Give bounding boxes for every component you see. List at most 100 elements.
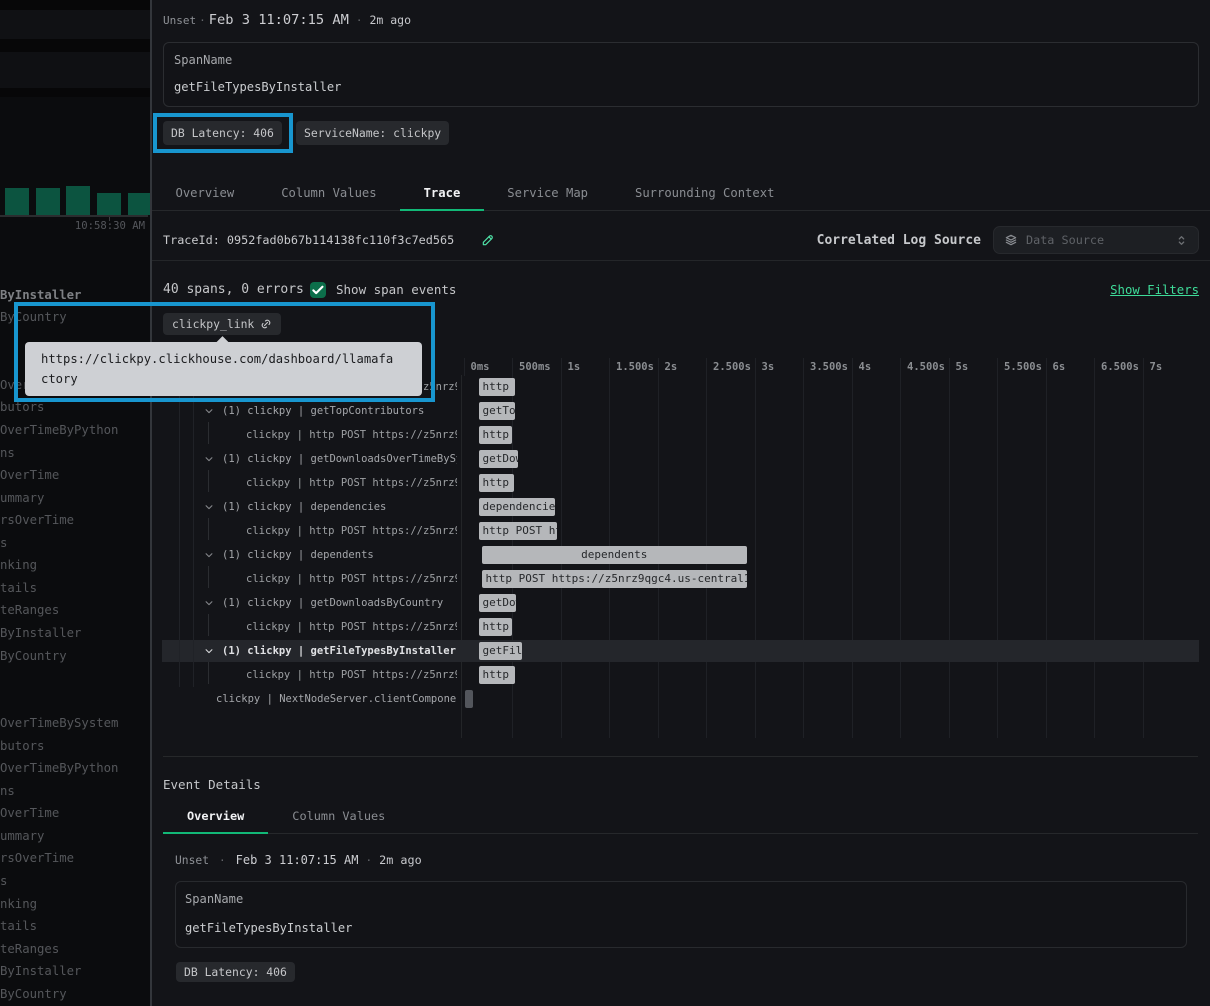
span-duration-bar[interactable]: http POST https://z5nrz9qgc4.us-central1… xyxy=(479,378,516,396)
chevron-down-icon[interactable] xyxy=(204,406,214,416)
histogram-bar xyxy=(97,193,121,216)
waterfall-row[interactable]: clickpy | http POST https://z5nrz9qgc4.u… xyxy=(150,423,1210,447)
waterfall-row[interactable]: clickpy | http POST https://z5nrz9qgc4.u… xyxy=(150,471,1210,495)
span-duration-bar[interactable]: http POST https://z5nrz9qgc4.us-central1… xyxy=(479,666,515,684)
span-duration-bar[interactable]: http POST https://z5nrz9qgc4.us-central1… xyxy=(482,570,747,588)
search-result-row[interactable]: ByCountry xyxy=(0,983,150,1006)
waterfall-row[interactable]: clickpy | http POST https://z5nrz9qgc4.u… xyxy=(150,663,1210,687)
chevron-down-icon[interactable] xyxy=(204,550,214,560)
separator-dot: · xyxy=(199,13,206,29)
search-result-row[interactable]: rsOverTime xyxy=(0,509,150,532)
chip-service-name[interactable]: ServiceName: clickpy xyxy=(296,121,449,145)
span-label: clickpy | http POST https://z5nrz9qgc4.u… xyxy=(246,471,457,495)
edit-pencil-icon[interactable] xyxy=(481,233,495,247)
span-label: (1) clickpy | getDownloadsOverTimeBySyst… xyxy=(222,447,457,471)
data-source-select[interactable]: Data Source xyxy=(993,226,1199,254)
chevron-down-icon[interactable] xyxy=(204,502,214,512)
span-duration-bar[interactable]: http POST https://z5nrz9qgc4.us-central1… xyxy=(479,522,557,540)
tab-surrounding-context[interactable]: Surrounding Context xyxy=(612,178,798,210)
span-duration-bar[interactable]: dependents xyxy=(482,546,747,564)
search-result-row[interactable]: ByCountry xyxy=(0,645,150,668)
search-result-row[interactable]: tails xyxy=(0,577,150,600)
waterfall-row[interactable]: (1) clickpy | getDownloadsOverTimeBySyst… xyxy=(150,447,1210,471)
tab-trace[interactable]: Trace xyxy=(400,178,484,210)
search-result-row[interactable]: rsOverTime xyxy=(0,847,150,870)
span-duration-bar[interactable]: http POST https://z5nrz9qgc4.us-central1… xyxy=(479,474,515,492)
search-result-row[interactable]: nking xyxy=(0,893,150,916)
tab-column-values[interactable]: Column Values xyxy=(258,178,400,210)
search-result-row[interactable]: teRanges xyxy=(0,938,150,961)
search-result-row[interactable]: OverTimeByPython xyxy=(0,757,150,780)
waterfall-row[interactable]: clickpy | NextNodeServer.clientComponent… xyxy=(150,687,1210,711)
search-result-row[interactable]: ns xyxy=(0,442,150,465)
timeline-tick-label: 3.500s xyxy=(810,361,848,373)
show-filters-link[interactable]: Show Filters xyxy=(1110,282,1199,298)
search-result-row[interactable]: butors xyxy=(0,735,150,758)
show-span-events-label[interactable]: Show span events xyxy=(336,282,456,298)
span-duration-bar[interactable]: http POST https://z5nrz9qgc4.us-central1… xyxy=(479,618,513,636)
waterfall-row[interactable]: (1) clickpy | getFileTypesByInstallerget… xyxy=(150,639,1210,663)
waterfall-row[interactable]: (1) clickpy | dependentsdependents xyxy=(150,543,1210,567)
search-result-row[interactable]: ns xyxy=(0,780,150,803)
show-span-events-checkbox[interactable] xyxy=(310,282,326,298)
span-duration-bar[interactable]: getTopContributors xyxy=(479,402,515,420)
search-result-row[interactable]: OverTimeBySystem xyxy=(0,712,150,735)
span-duration-bar[interactable]: dependencies xyxy=(479,498,555,516)
relative-time: 2m ago xyxy=(369,13,411,27)
tree-indent-guide xyxy=(179,399,180,423)
tab-service-map[interactable]: Service Map xyxy=(484,178,612,210)
span-label: (1) clickpy | getTopContributors xyxy=(222,399,457,423)
chevron-down-icon[interactable] xyxy=(204,598,214,608)
search-result-row[interactable]: OverTimeByPython xyxy=(0,419,150,442)
span-label: clickpy | http POST https://z5nrz9qgc4.u… xyxy=(246,423,457,447)
annotation-box-db-latency xyxy=(153,113,293,153)
waterfall-row[interactable]: clickpy | http POST https://z5nrz9qgc4.u… xyxy=(150,567,1210,591)
tab-overview[interactable]: Overview xyxy=(163,802,268,833)
span-name-value: getFileTypesByInstaller xyxy=(174,80,341,94)
chevron-down-icon[interactable] xyxy=(204,454,214,464)
search-result-row[interactable]: tails xyxy=(0,915,150,938)
timeline-gridline xyxy=(464,358,465,376)
waterfall-row[interactable]: clickpy | http POST https://z5nrz9qgc4.u… xyxy=(150,519,1210,543)
tree-indent-guide xyxy=(179,495,180,519)
search-result-row[interactable]: OverTime xyxy=(0,802,150,825)
span-label: clickpy | NextNodeServer.clientComponent… xyxy=(216,687,457,711)
chip-db-latency-bottom[interactable]: DB Latency: 406 xyxy=(176,962,295,982)
waterfall-row[interactable]: (1) clickpy | dependenciesdependencies xyxy=(150,495,1210,519)
histogram-bar xyxy=(36,188,60,215)
panel-resize-handle[interactable] xyxy=(150,0,152,1006)
tree-indent-guide xyxy=(193,663,194,687)
search-result-row[interactable]: ummary xyxy=(0,487,150,510)
waterfall-row[interactable]: (1) clickpy | getDownloadsByCountrygetDo… xyxy=(150,591,1210,615)
span-duration-bar[interactable]: http POST https://z5nrz9qgc4.us-central1… xyxy=(479,426,513,444)
event-details-title: Event Details xyxy=(163,777,261,792)
tab-column-values[interactable]: Column Values xyxy=(268,802,409,833)
span-duration-bar[interactable]: getFileTypesByInstaller xyxy=(479,642,523,660)
span-duration-bar[interactable]: getDownloadsOverTimeBySystem xyxy=(479,450,519,468)
timeline-tick-label: 2s xyxy=(665,361,678,373)
span-label: clickpy | http POST https://z5nrz9qgc4.u… xyxy=(246,567,457,591)
relative-time: 2m ago xyxy=(379,853,422,867)
search-result-row[interactable]: ByInstaller xyxy=(0,622,150,645)
tree-indent-guide xyxy=(193,543,194,567)
span-duration-bar[interactable]: getDownloadsByCountry xyxy=(479,594,517,612)
search-result-row[interactable] xyxy=(0,690,150,713)
tab-overview[interactable]: Overview xyxy=(152,178,258,210)
trace-waterfall: 0ms500ms1s1.500s2s2.500s3s3.500s4s4.500s… xyxy=(150,356,1210,738)
search-result-row[interactable]: nking xyxy=(0,554,150,577)
timeline-tick-label: 6.500s xyxy=(1101,361,1139,373)
chevron-down-icon[interactable] xyxy=(204,646,214,656)
search-result-row[interactable]: ummary xyxy=(0,825,150,848)
waterfall-row[interactable]: clickpy | http POST https://z5nrz9qgc4.u… xyxy=(150,615,1210,639)
waterfall-row[interactable]: (1) clickpy | getTopContributors getTopCo… xyxy=(150,399,1210,423)
search-result-row[interactable]: ByInstaller xyxy=(0,960,150,983)
span-duration-bar[interactable] xyxy=(465,690,473,708)
search-result-row[interactable] xyxy=(0,667,150,690)
search-result-row[interactable]: s xyxy=(0,532,150,555)
search-result-row[interactable]: OverTime xyxy=(0,464,150,487)
search-result-row[interactable]: s xyxy=(0,870,150,893)
search-result-row[interactable]: teRanges xyxy=(0,599,150,622)
tree-indent-guide xyxy=(193,399,194,423)
tree-indent-guide xyxy=(193,591,194,615)
tree-indent-guide xyxy=(179,639,180,663)
